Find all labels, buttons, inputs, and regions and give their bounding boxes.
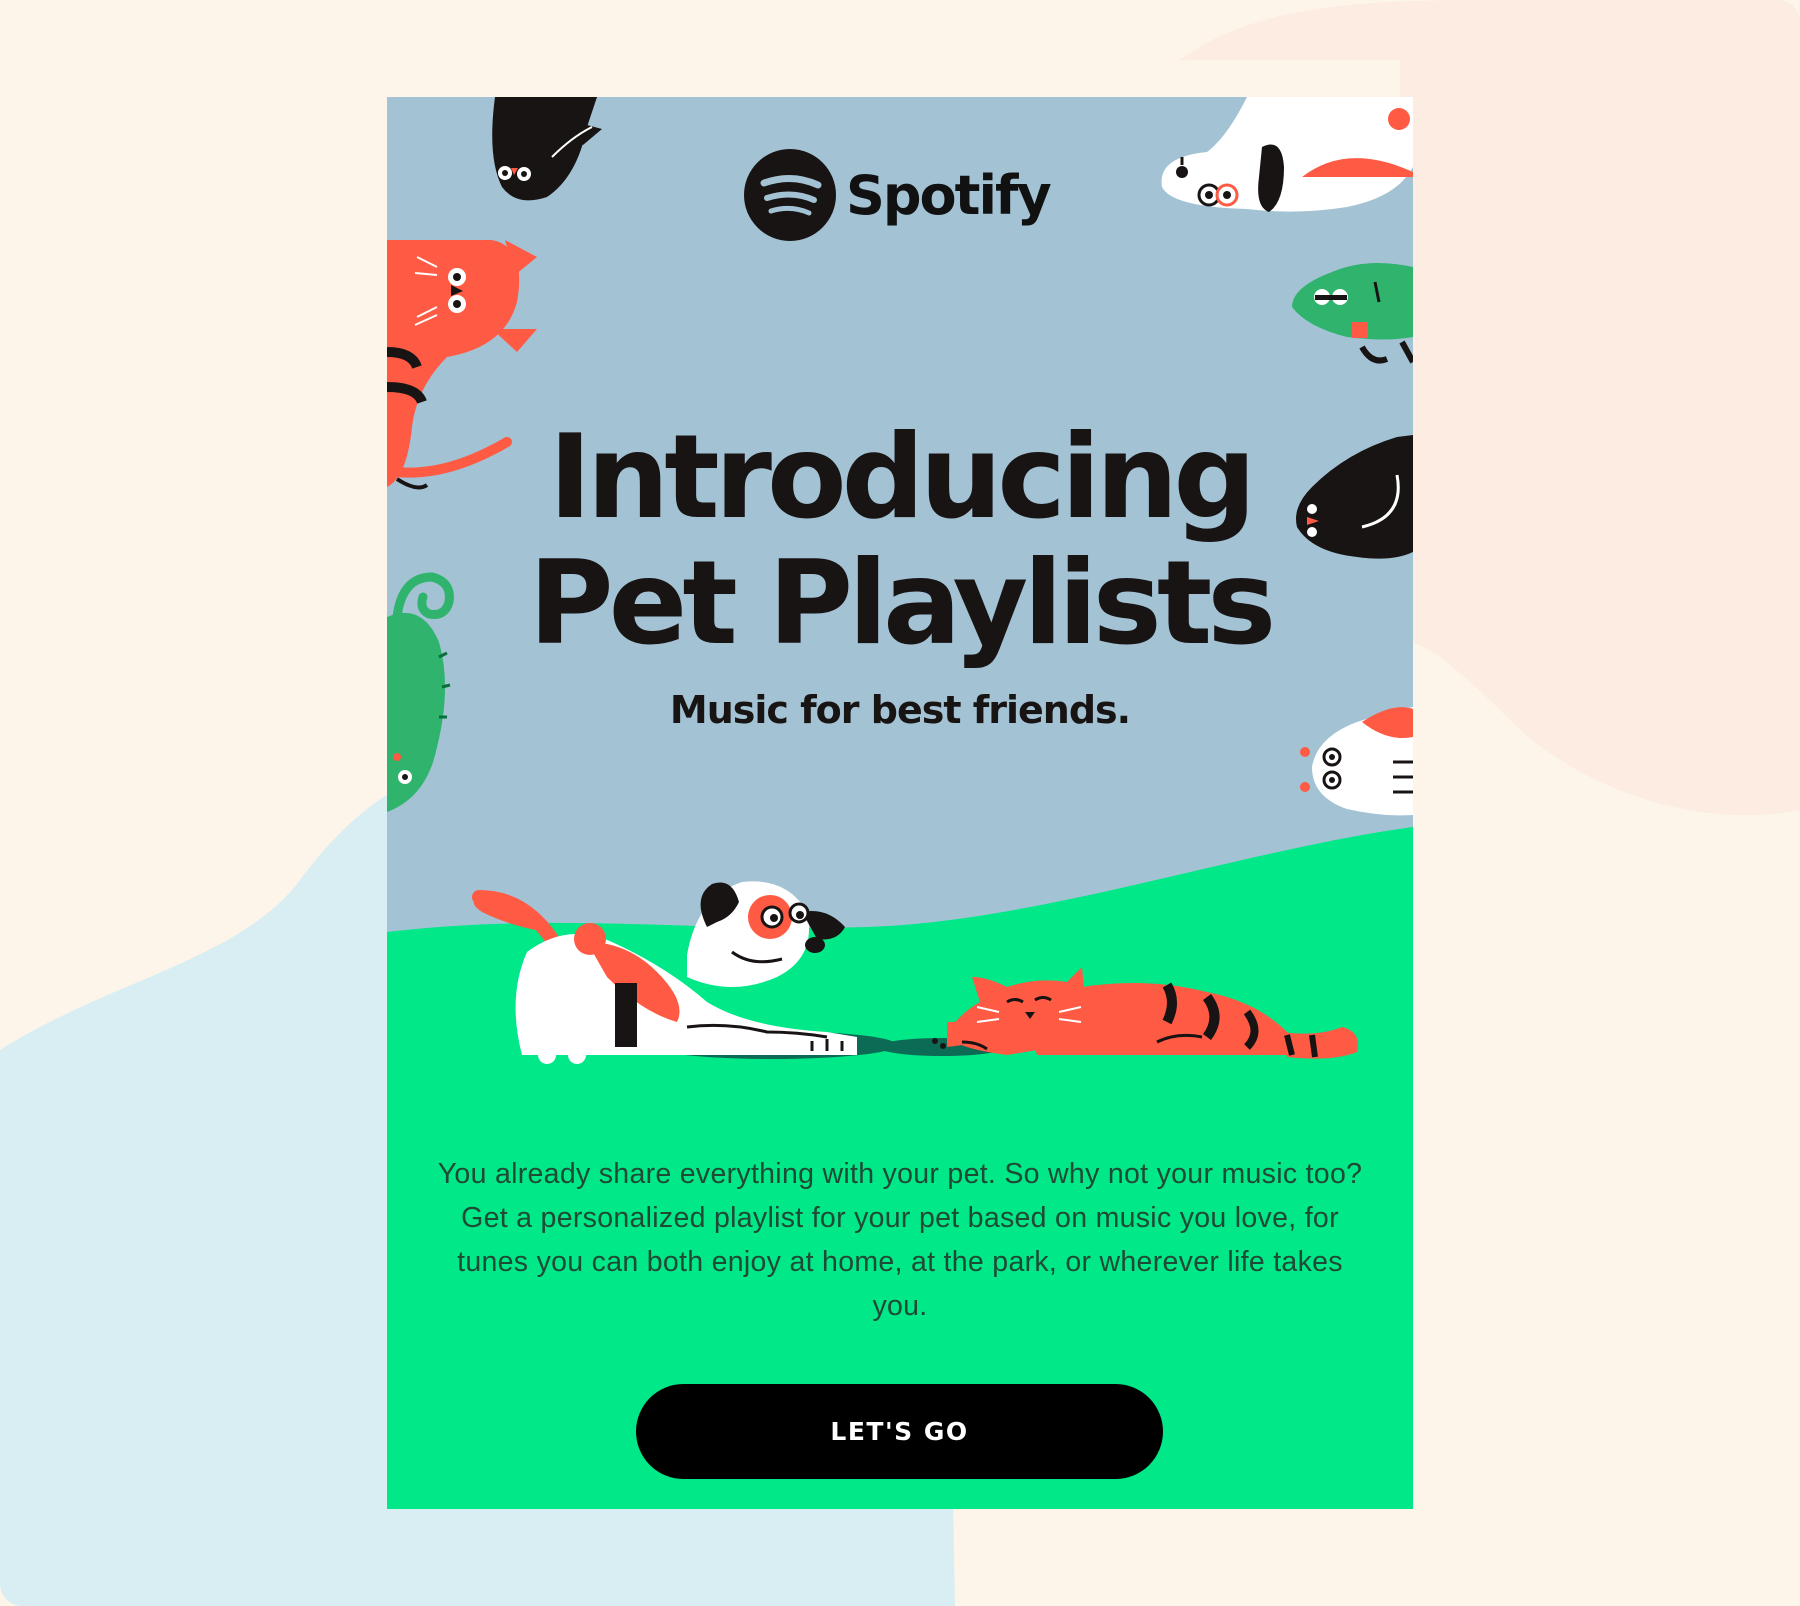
headline-line-1: Introducing (548, 410, 1257, 545)
lets-go-button[interactable]: LET'S GO (636, 1384, 1163, 1479)
headline-line-2: Pet Playlists (528, 536, 1277, 671)
page-frame: Spotify Introducing Pet Playlists Music … (0, 0, 1800, 1606)
email-card: Spotify Introducing Pet Playlists Music … (387, 97, 1413, 1509)
spotify-logo[interactable]: Spotify (744, 147, 1052, 243)
body-paragraph: You already share everything with your p… (437, 1158, 1363, 1322)
spotify-logo-icon (744, 149, 836, 241)
headline: Introducing Pet Playlists (387, 415, 1413, 667)
brand-name: Spotify (846, 163, 1052, 227)
subheadline: Music for best friends. (669, 688, 1131, 732)
